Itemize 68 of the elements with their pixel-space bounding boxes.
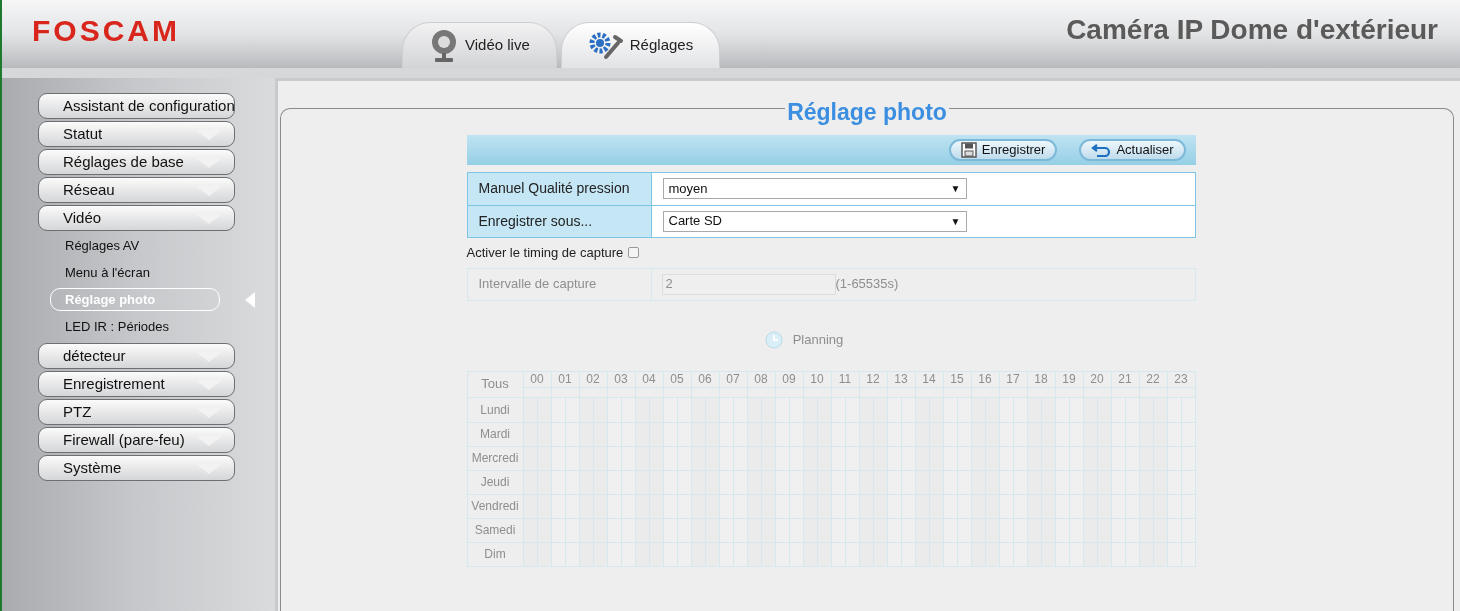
brand-logo: FOSCAM xyxy=(32,12,180,49)
sidebar-subitem[interactable]: Menu à l'écran xyxy=(50,261,220,284)
toolbar-button[interactable]: Actualiser xyxy=(1079,138,1186,161)
dropdown-select[interactable]: Carte SD ▼ xyxy=(662,210,967,232)
clock-icon xyxy=(764,330,783,349)
planning-title: Planning xyxy=(792,330,844,349)
hour-label[interactable]: 18 xyxy=(1034,370,1048,388)
device-title: Caméra IP Dome d'extérieur xyxy=(1066,13,1438,47)
day-label[interactable]: Vendredi xyxy=(471,497,519,515)
panel-title: Réglage photo xyxy=(787,99,947,125)
sidebar-menu-button[interactable]: Réseau xyxy=(38,177,235,203)
hour-label[interactable]: 17 xyxy=(1006,370,1020,388)
sidebar-menu-button[interactable]: Firewall (pare-feu) xyxy=(38,427,235,453)
hour-label[interactable]: 01 xyxy=(558,370,572,388)
hour-label[interactable]: 09 xyxy=(782,370,796,388)
day-label[interactable]: Mercredi xyxy=(471,449,519,467)
hour-label[interactable]: 04 xyxy=(642,370,656,388)
nav-tab[interactable]: Réglages xyxy=(560,22,721,68)
hour-label[interactable]: 23 xyxy=(1174,370,1188,388)
hour-label[interactable]: 16 xyxy=(978,370,992,388)
sidebar-subitem[interactable]: Réglage photo xyxy=(50,288,220,311)
hour-label[interactable]: 11 xyxy=(838,370,852,388)
field-label: Manuel Qualité pression xyxy=(478,179,630,198)
dropdown-select[interactable]: moyen ▼ xyxy=(662,178,967,199)
sidebar-menu-button[interactable]: Assistant de configuration xyxy=(38,93,235,119)
hour-label[interactable]: 13 xyxy=(894,370,908,388)
hour-label[interactable]: 12 xyxy=(866,370,880,388)
hour-label[interactable]: 21 xyxy=(1118,370,1132,388)
checkbox[interactable] xyxy=(628,247,640,258)
hour-label[interactable]: 15 xyxy=(950,370,964,388)
gear-wrench-icon xyxy=(587,30,624,61)
day-label[interactable]: Lundi xyxy=(480,400,510,419)
sidebar-subitem[interactable]: LED IR : Périodes xyxy=(50,315,220,338)
interval-input[interactable]: 2 xyxy=(661,273,836,295)
sidebar-menu-button[interactable]: Système xyxy=(38,455,235,481)
hour-label[interactable]: 19 xyxy=(1062,370,1076,388)
hour-label[interactable]: 00 xyxy=(530,370,544,388)
hour-label[interactable]: 06 xyxy=(698,370,712,388)
hour-label[interactable]: 07 xyxy=(726,370,740,388)
nav-tab[interactable]: Vidéo live xyxy=(402,22,557,68)
sidebar-menu-button[interactable]: Réglages de base xyxy=(38,149,235,175)
hour-label[interactable]: 03 xyxy=(614,370,628,388)
range-hint: (1-65535s) xyxy=(835,275,899,294)
day-label[interactable]: Samedi xyxy=(474,521,516,539)
day-label[interactable]: Jeudi xyxy=(480,473,510,491)
sidebar-subitem[interactable]: Réglages AV xyxy=(50,234,220,257)
toolbar-button[interactable]: Enregistrer xyxy=(948,138,1058,161)
hour-label[interactable]: 10 xyxy=(810,370,824,388)
sidebar-menu-button[interactable]: Statut xyxy=(38,121,235,147)
sidebar-menu-button[interactable]: détecteur xyxy=(38,343,235,369)
hour-label[interactable]: 02 xyxy=(586,370,600,388)
hour-label[interactable]: 05 xyxy=(670,370,684,388)
sidebar-menu-button[interactable]: Vidéo xyxy=(38,205,235,231)
day-label[interactable]: Dim xyxy=(484,545,506,563)
checkbox-label: Activer le timing de capture xyxy=(466,243,624,262)
webcam-icon xyxy=(429,28,459,63)
sidebar-menu-button[interactable]: PTZ xyxy=(38,399,235,425)
field-label: Enregistrer sous... xyxy=(478,211,593,231)
field-label: Intervalle de capture xyxy=(478,275,597,294)
hour-label[interactable]: 08 xyxy=(754,370,768,388)
pointer-triangle-icon xyxy=(245,292,255,308)
hour-label[interactable]: 22 xyxy=(1146,370,1160,388)
day-label[interactable]: Mardi xyxy=(480,425,510,443)
hour-label[interactable]: 14 xyxy=(922,370,936,388)
undo-arrow-icon xyxy=(1091,142,1112,157)
sidebar-menu-button[interactable]: Enregistrement xyxy=(38,371,235,397)
grid-header[interactable]: Tous xyxy=(481,374,509,394)
hour-label[interactable]: 20 xyxy=(1090,370,1104,388)
